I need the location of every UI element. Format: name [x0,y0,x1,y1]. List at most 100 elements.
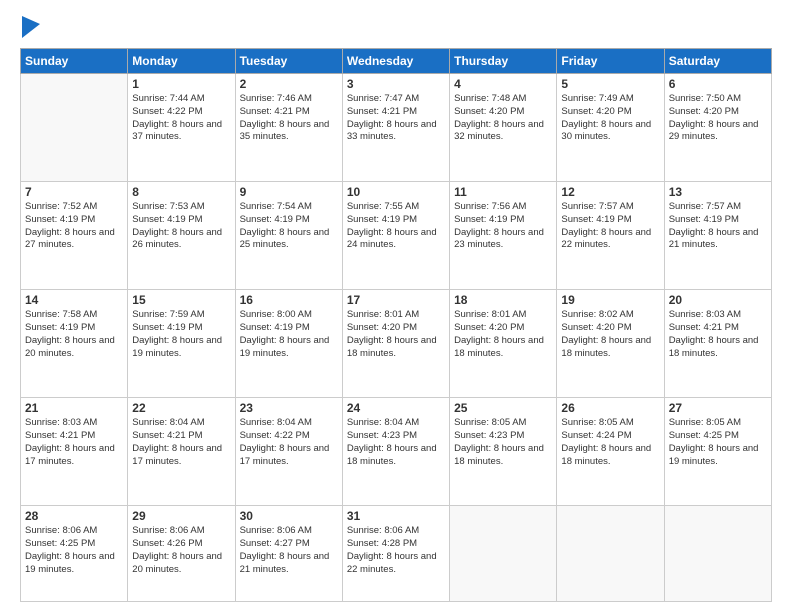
calendar-day-cell: 17 Sunrise: 8:01 AMSunset: 4:20 PMDayligh… [342,290,449,398]
day-number: 9 [240,185,338,199]
day-number: 17 [347,293,445,307]
calendar-day-cell: 31 Sunrise: 8:06 AMSunset: 4:28 PMDayligh… [342,506,449,602]
calendar-week-5: 28 Sunrise: 8:06 AMSunset: 4:25 PMDayligh… [21,506,772,602]
day-info: Sunrise: 7:49 AMSunset: 4:20 PMDaylight:… [561,93,659,144]
day-info: Sunrise: 8:03 AMSunset: 4:21 PMDaylight:… [669,309,767,360]
day-info: Sunrise: 8:03 AMSunset: 4:21 PMDaylight:… [25,417,123,468]
day-number: 23 [240,401,338,415]
calendar-day-cell [450,506,557,602]
day-info: Sunrise: 7:56 AMSunset: 4:19 PMDaylight:… [454,201,552,252]
day-number: 8 [132,185,230,199]
page: SundayMondayTuesdayWednesdayThursdayFrid… [0,0,792,612]
day-number: 15 [132,293,230,307]
day-number: 6 [669,77,767,91]
day-info: Sunrise: 8:01 AMSunset: 4:20 PMDaylight:… [347,309,445,360]
logo [20,18,40,38]
day-number: 31 [347,509,445,523]
day-number: 22 [132,401,230,415]
calendar-day-cell: 24Sunrise: 8:04 AMSunset: 4:23 PMDayligh… [342,398,449,506]
calendar-header-monday: Monday [128,49,235,74]
calendar-table: SundayMondayTuesdayWednesdayThursdayFrid… [20,48,772,602]
day-number: 30 [240,509,338,523]
day-info: Sunrise: 8:06 AMSunset: 4:28 PMDaylight:… [347,525,445,576]
calendar-week-1: 1 Sunrise: 7:44 AMSunset: 4:22 PMDaylight… [21,74,772,182]
day-number: 16 [240,293,338,307]
day-number: 4 [454,77,552,91]
calendar-day-cell: 16 Sunrise: 8:00 AMSunset: 4:19 PMDayligh… [235,290,342,398]
calendar-day-cell: 7Sunrise: 7:52 AMSunset: 4:19 PMDaylight… [21,182,128,290]
day-info: Sunrise: 8:05 AMSunset: 4:25 PMDaylight:… [669,417,767,468]
calendar-day-cell: 22 Sunrise: 8:04 AMSunset: 4:21 PMDayligh… [128,398,235,506]
day-info: Sunrise: 7:53 AMSunset: 4:19 PMDaylight:… [132,201,230,252]
day-info: Sunrise: 7:59 AMSunset: 4:19 PMDaylight:… [132,309,230,360]
day-info: Sunrise: 8:00 AMSunset: 4:19 PMDaylight:… [240,309,338,360]
calendar-day-cell: 6Sunrise: 7:50 AMSunset: 4:20 PMDaylight… [664,74,771,182]
day-number: 5 [561,77,659,91]
day-info: Sunrise: 7:57 AMSunset: 4:19 PMDaylight:… [561,201,659,252]
calendar-header-thursday: Thursday [450,49,557,74]
calendar-day-cell [664,506,771,602]
day-number: 20 [669,293,767,307]
day-number: 13 [669,185,767,199]
calendar-day-cell: 8 Sunrise: 7:53 AMSunset: 4:19 PMDaylight… [128,182,235,290]
calendar-header-friday: Friday [557,49,664,74]
calendar-header-tuesday: Tuesday [235,49,342,74]
calendar-day-cell: 18Sunrise: 8:01 AMSunset: 4:20 PMDayligh… [450,290,557,398]
day-number: 3 [347,77,445,91]
day-number: 10 [347,185,445,199]
calendar-day-cell: 29Sunrise: 8:06 AMSunset: 4:26 PMDayligh… [128,506,235,602]
day-info: Sunrise: 7:58 AMSunset: 4:19 PMDaylight:… [25,309,123,360]
calendar-day-cell: 10 Sunrise: 7:55 AMSunset: 4:19 PMDayligh… [342,182,449,290]
day-number: 21 [25,401,123,415]
day-info: Sunrise: 8:01 AMSunset: 4:20 PMDaylight:… [454,309,552,360]
day-info: Sunrise: 8:05 AMSunset: 4:24 PMDaylight:… [561,417,659,468]
day-number: 2 [240,77,338,91]
day-number: 26 [561,401,659,415]
calendar-day-cell: 23 Sunrise: 8:04 AMSunset: 4:22 PMDayligh… [235,398,342,506]
day-number: 28 [25,509,123,523]
day-info: Sunrise: 7:57 AMSunset: 4:19 PMDaylight:… [669,201,767,252]
header [20,18,772,38]
calendar-day-cell: 2 Sunrise: 7:46 AMSunset: 4:21 PMDaylight… [235,74,342,182]
day-number: 19 [561,293,659,307]
day-number: 24 [347,401,445,415]
calendar-day-cell: 25 Sunrise: 8:05 AMSunset: 4:23 PMDayligh… [450,398,557,506]
day-info: Sunrise: 8:06 AMSunset: 4:25 PMDaylight:… [25,525,123,576]
logo-icon [22,16,40,38]
calendar-day-cell: 12Sunrise: 7:57 AMSunset: 4:19 PMDayligh… [557,182,664,290]
calendar-header-sunday: Sunday [21,49,128,74]
calendar-day-cell: 4 Sunrise: 7:48 AMSunset: 4:20 PMDaylight… [450,74,557,182]
calendar-day-cell: 9Sunrise: 7:54 AMSunset: 4:19 PMDaylight… [235,182,342,290]
day-info: Sunrise: 8:04 AMSunset: 4:21 PMDaylight:… [132,417,230,468]
calendar-day-cell: 5 Sunrise: 7:49 AMSunset: 4:20 PMDaylight… [557,74,664,182]
calendar-header-wednesday: Wednesday [342,49,449,74]
day-number: 1 [132,77,230,91]
calendar-day-cell: 13 Sunrise: 7:57 AMSunset: 4:19 PMDayligh… [664,182,771,290]
calendar-day-cell: 30Sunrise: 8:06 AMSunset: 4:27 PMDayligh… [235,506,342,602]
day-info: Sunrise: 7:47 AMSunset: 4:21 PMDaylight:… [347,93,445,144]
day-info: Sunrise: 7:46 AMSunset: 4:21 PMDaylight:… [240,93,338,144]
day-number: 25 [454,401,552,415]
day-number: 11 [454,185,552,199]
day-info: Sunrise: 8:02 AMSunset: 4:20 PMDaylight:… [561,309,659,360]
day-info: Sunrise: 7:48 AMSunset: 4:20 PMDaylight:… [454,93,552,144]
calendar-header-row: SundayMondayTuesdayWednesdayThursdayFrid… [21,49,772,74]
day-number: 27 [669,401,767,415]
day-info: Sunrise: 7:52 AMSunset: 4:19 PMDaylight:… [25,201,123,252]
calendar-day-cell: 19 Sunrise: 8:02 AMSunset: 4:20 PMDayligh… [557,290,664,398]
day-info: Sunrise: 8:05 AMSunset: 4:23 PMDaylight:… [454,417,552,468]
calendar-day-cell [21,74,128,182]
calendar-week-2: 7Sunrise: 7:52 AMSunset: 4:19 PMDaylight… [21,182,772,290]
calendar-day-cell: 26 Sunrise: 8:05 AMSunset: 4:24 PMDayligh… [557,398,664,506]
calendar-day-cell: 21 Sunrise: 8:03 AMSunset: 4:21 PMDayligh… [21,398,128,506]
calendar-day-cell: 14Sunrise: 7:58 AMSunset: 4:19 PMDayligh… [21,290,128,398]
calendar-day-cell: 1 Sunrise: 7:44 AMSunset: 4:22 PMDaylight… [128,74,235,182]
day-info: Sunrise: 7:55 AMSunset: 4:19 PMDaylight:… [347,201,445,252]
calendar-week-3: 14Sunrise: 7:58 AMSunset: 4:19 PMDayligh… [21,290,772,398]
day-info: Sunrise: 7:44 AMSunset: 4:22 PMDaylight:… [132,93,230,144]
day-info: Sunrise: 8:04 AMSunset: 4:22 PMDaylight:… [240,417,338,468]
day-number: 29 [132,509,230,523]
calendar-day-cell: 27 Sunrise: 8:05 AMSunset: 4:25 PMDayligh… [664,398,771,506]
calendar-day-cell: 11 Sunrise: 7:56 AMSunset: 4:19 PMDayligh… [450,182,557,290]
calendar-header-saturday: Saturday [664,49,771,74]
